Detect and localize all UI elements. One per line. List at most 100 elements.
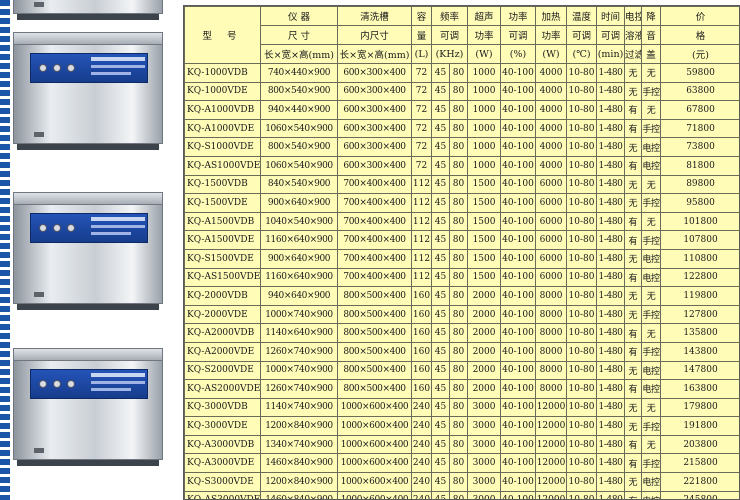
cell-price: 215800 bbox=[660, 453, 739, 474]
cell-capacity: 240 bbox=[411, 434, 432, 455]
cell-frequency-low: 45 bbox=[431, 286, 450, 306]
spec-table-container: 型 号 仪 器 清洗槽 容 频率 超声 功率 加热 温度 时间 电控 降 价 尺… bbox=[183, 5, 740, 500]
cell-tank: 700×400×400 bbox=[337, 193, 412, 213]
cell-frequency-high: 80 bbox=[448, 193, 469, 213]
cell-heating: 8000 bbox=[535, 379, 568, 399]
cell-power-ratio: 40-100 bbox=[500, 63, 537, 83]
cell-size: 1340×740×900 bbox=[260, 434, 338, 455]
cell-capacity: 112 bbox=[411, 267, 432, 288]
cell-tank: 1000×600×400 bbox=[337, 434, 412, 455]
cell-power-ratio: 40-100 bbox=[500, 379, 537, 399]
cell-heating: 6000 bbox=[535, 193, 568, 213]
table-row: KQ-S2000VDE 1000×740×900 800×500×400 160 45 8… bbox=[184, 360, 739, 381]
product-photo-top-partial bbox=[13, 0, 163, 20]
cell-frequency-high: 80 bbox=[448, 453, 469, 474]
cell-power: 3000 bbox=[467, 416, 502, 436]
table-row: KQ-1500VDB 840×540×900 700×400×400 112 45 80 1… bbox=[184, 174, 739, 195]
cell-frequency-low: 45 bbox=[431, 81, 450, 102]
cell-model: KQ-A1000VDE bbox=[184, 118, 261, 139]
cell-lid: 电控 bbox=[641, 490, 662, 499]
cell-temperature: 10-80 bbox=[566, 81, 598, 102]
cell-model: KQ-1000VDE bbox=[184, 81, 261, 102]
cell-frequency-high: 80 bbox=[448, 323, 469, 343]
cell-size: 800×540×900 bbox=[260, 81, 338, 102]
cell-size: 1200×840×900 bbox=[260, 416, 338, 436]
cell-heating: 12000 bbox=[535, 416, 568, 436]
cell-capacity: 240 bbox=[411, 490, 432, 499]
cell-filter: 有 bbox=[624, 341, 643, 362]
cell-power-ratio: 40-100 bbox=[500, 174, 537, 195]
table-row: KQ-1500VDE 900×640×900 700×400×400 112 45 80 1… bbox=[184, 193, 739, 213]
cell-filter: 无 bbox=[624, 63, 643, 83]
cell-frequency-low: 45 bbox=[431, 323, 450, 343]
cell-heating: 6000 bbox=[535, 230, 568, 250]
cell-temperature: 10-80 bbox=[566, 360, 598, 381]
cell-filter: 有 bbox=[624, 379, 643, 399]
cell-power-ratio: 40-100 bbox=[500, 248, 537, 269]
table-row: KQ-A1000VDB 940×440×900 600×300×400 72 45 80 1… bbox=[184, 100, 739, 120]
cell-frequency-low: 45 bbox=[431, 100, 450, 120]
cell-power-ratio: 40-100 bbox=[500, 137, 537, 157]
cell-capacity: 112 bbox=[411, 193, 432, 213]
cell-capacity: 240 bbox=[411, 453, 432, 474]
cell-capacity: 160 bbox=[411, 341, 432, 362]
cell-power: 2000 bbox=[467, 323, 502, 343]
cell-model: KQ-1000VDB bbox=[184, 63, 261, 83]
cell-model: KQ-AS1500VDE bbox=[184, 267, 261, 288]
cell-filter: 无 bbox=[624, 137, 643, 157]
table-row: KQ-AS2000VDE 1260×740×900 800×500×400 160 45… bbox=[184, 379, 739, 399]
cell-time: 1-480 bbox=[596, 341, 626, 362]
cell-power-ratio: 40-100 bbox=[500, 323, 537, 343]
cell-filter: 有 bbox=[624, 155, 643, 176]
cell-heating: 12000 bbox=[535, 490, 568, 499]
cell-frequency-low: 45 bbox=[431, 453, 450, 474]
cell-model: KQ-AS2000VDE bbox=[184, 379, 261, 399]
cell-frequency-low: 45 bbox=[431, 155, 450, 176]
cell-lid: 电控 bbox=[641, 248, 662, 269]
cell-tank: 1000×600×400 bbox=[337, 490, 412, 499]
cell-model: KQ-3000VDB bbox=[184, 397, 261, 418]
cell-price: 107800 bbox=[660, 230, 739, 250]
cell-lid: 电控 bbox=[641, 267, 662, 288]
cell-frequency-low: 45 bbox=[431, 137, 450, 157]
table-row: KQ-A1500VDB 1040×540×900 700×400×400 112 45 8… bbox=[184, 211, 739, 232]
cell-model: KQ-A1500VDB bbox=[184, 211, 261, 232]
cell-temperature: 10-80 bbox=[566, 416, 598, 436]
cell-price: 67800 bbox=[660, 100, 739, 120]
cell-filter: 无 bbox=[624, 304, 643, 325]
cell-tank: 600×300×400 bbox=[337, 81, 412, 102]
cell-model: KQ-AS1000VDE bbox=[184, 155, 261, 176]
cell-frequency-low: 45 bbox=[431, 397, 450, 418]
cell-power-ratio: 40-100 bbox=[500, 193, 537, 213]
cell-size: 800×540×900 bbox=[260, 137, 338, 157]
cell-capacity: 112 bbox=[411, 174, 432, 195]
cell-time: 1-480 bbox=[596, 304, 626, 325]
cell-model: KQ-3000VDE bbox=[184, 416, 261, 436]
cell-time: 1-480 bbox=[596, 323, 626, 343]
table-row: KQ-3000VDE 1200×840×900 1000×600×400 240 45 8… bbox=[184, 416, 739, 436]
cell-temperature: 10-80 bbox=[566, 472, 598, 492]
cell-power: 1500 bbox=[467, 248, 502, 269]
cell-time: 1-480 bbox=[596, 379, 626, 399]
table-row: KQ-1000VDE 800×540×900 600×300×400 72 45 80 10… bbox=[184, 81, 739, 102]
cell-size: 1460×840×900 bbox=[260, 453, 338, 474]
cell-size: 1040×540×900 bbox=[260, 211, 338, 232]
cell-heating: 8000 bbox=[535, 323, 568, 343]
header-lid: 降 bbox=[641, 6, 662, 26]
cell-capacity: 160 bbox=[411, 304, 432, 325]
cell-filter: 无 bbox=[624, 416, 643, 436]
cell-heating: 6000 bbox=[535, 248, 568, 269]
header-price: 价 bbox=[660, 6, 739, 26]
cell-lid: 手控 bbox=[641, 118, 662, 139]
product-photo-1 bbox=[13, 32, 163, 150]
header-temperature: 温度 bbox=[566, 6, 598, 26]
cell-capacity: 72 bbox=[411, 155, 432, 176]
cell-filter: 有 bbox=[624, 211, 643, 232]
cell-heating: 12000 bbox=[535, 397, 568, 418]
table-row: KQ-A1000VDE 1060×540×900 600×300×400 72 45 80… bbox=[184, 118, 739, 139]
cell-power: 1000 bbox=[467, 137, 502, 157]
cell-heating: 8000 bbox=[535, 341, 568, 362]
cell-filter: 无 bbox=[624, 81, 643, 102]
cell-model: KQ-S3000VDE bbox=[184, 472, 261, 492]
cell-power-ratio: 40-100 bbox=[500, 286, 537, 306]
